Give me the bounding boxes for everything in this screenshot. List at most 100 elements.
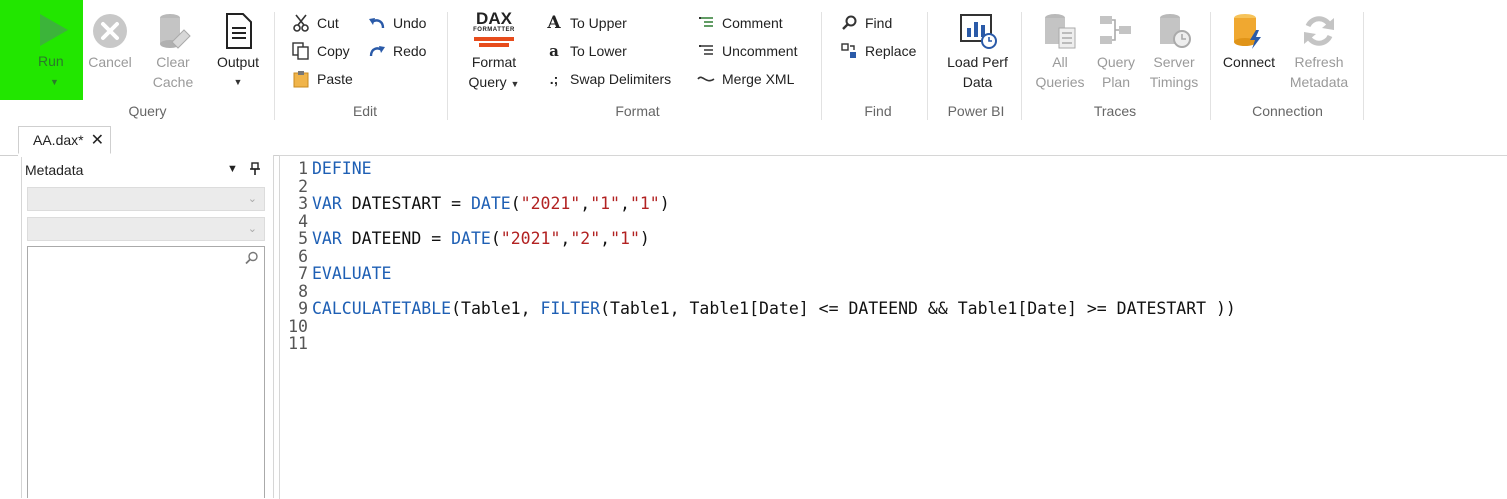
group-label-traces: Traces <box>1093 103 1137 119</box>
merge-xml-icon <box>697 70 715 88</box>
replace-button[interactable]: Replace <box>840 40 916 62</box>
database-list-icon <box>1045 14 1076 49</box>
merge-xml-label: Merge XML <box>722 71 795 87</box>
cancel-button[interactable]: Cancel <box>86 12 134 72</box>
group-label-format: Format <box>615 103 660 119</box>
redo-label: Redo <box>393 43 427 59</box>
refresh-label-line2: Metadata <box>1289 74 1349 90</box>
chevron-down-icon: ⌄ <box>247 223 257 235</box>
to-upper-button[interactable]: A To Upper <box>545 12 627 34</box>
replace-label: Replace <box>865 43 917 59</box>
search-icon[interactable] <box>245 251 259 265</box>
load-perf-data-button[interactable]: Load Perf Data <box>940 12 1015 92</box>
code-text[interactable]: DEFINE VAR DATESTART = DATE("2021","1","… <box>312 160 1236 353</box>
run-label: Run <box>38 53 64 69</box>
line-number: 4 <box>298 211 308 231</box>
redo-button[interactable]: Redo <box>368 40 426 62</box>
cancel-label: Cancel <box>88 54 132 70</box>
to-lower-label: To Lower <box>570 43 627 59</box>
clear-cache-button[interactable]: Clear Cache <box>148 12 198 92</box>
refresh-metadata-button[interactable]: Refresh Metadata <box>1286 12 1352 92</box>
pane-menu-chevron-down-icon[interactable]: ▼ <box>227 163 238 175</box>
document-tab[interactable]: AA.dax* ✕ <box>18 126 111 154</box>
chevron-down-icon: ⌄ <box>247 193 257 205</box>
output-button[interactable]: Output ▼ <box>210 12 266 92</box>
group-label-edit: Edit <box>352 103 378 119</box>
line-number: 2 <box>298 176 308 196</box>
line-number: 3 <box>298 194 308 213</box>
dax-formatter-logo: DAX FORMATTER <box>462 10 526 52</box>
play-icon <box>40 14 68 46</box>
separator <box>274 12 275 120</box>
line-number: 8 <box>298 281 308 301</box>
query-plan-label-line1: Query <box>1096 54 1136 70</box>
line-number-gutter: 1 2 3 4 5 6 7 8 9 10 11 <box>280 160 308 353</box>
separator <box>927 12 928 120</box>
document-icon <box>226 13 252 49</box>
line-number: 5 <box>298 229 308 248</box>
connect-button[interactable]: Connect <box>1218 12 1280 72</box>
cancel-icon <box>93 14 127 48</box>
all-queries-button[interactable]: All Queries <box>1034 12 1086 92</box>
pin-icon[interactable] <box>249 162 261 179</box>
separator <box>821 12 822 120</box>
close-tab-icon[interactable]: ✕ <box>91 130 104 150</box>
code-line-3: VAR DATESTART = DATE("2021","1","1") <box>312 194 670 213</box>
line-number: 7 <box>298 264 308 283</box>
uppercase-a-icon: A <box>547 13 561 33</box>
server-timings-label-line2: Timings <box>1149 74 1199 90</box>
paste-label: Paste <box>317 71 353 87</box>
to-lower-button[interactable]: a To Lower <box>545 40 627 62</box>
copy-button[interactable]: Copy <box>292 40 350 62</box>
uncomment-label: Uncomment <box>722 43 798 59</box>
all-queries-label-line1: All <box>1052 54 1068 70</box>
cut-label: Cut <box>317 15 339 31</box>
undo-button[interactable]: Undo <box>368 12 426 34</box>
line-number: 10 <box>288 316 308 336</box>
run-button[interactable]: Run ▼ <box>0 0 83 100</box>
metadata-tree[interactable] <box>27 246 265 498</box>
to-upper-label: To Upper <box>570 15 627 31</box>
database-connect-icon <box>1234 14 1261 49</box>
clear-cache-label-line2: Cache <box>152 74 194 90</box>
load-perf-label-line1: Load Perf <box>947 54 1008 70</box>
format-query-label-line1: Format <box>471 54 517 70</box>
connect-label: Connect <box>1222 54 1276 70</box>
run-dropdown-caret[interactable]: ▼ <box>50 77 59 87</box>
query-plan-button[interactable]: Query Plan <box>1092 12 1140 92</box>
copy-icon <box>292 42 310 60</box>
output-label: Output <box>216 54 260 70</box>
group-label-query: Query <box>128 103 167 119</box>
document-tab-strip <box>0 125 1507 156</box>
code-line-5: VAR DATEEND = DATE("2021","2","1") <box>312 229 650 248</box>
find-button[interactable]: Find <box>840 12 892 34</box>
undo-label: Undo <box>393 15 427 31</box>
swap-delimiters-button[interactable]: .; Swap Delimiters <box>545 68 671 90</box>
separator <box>1363 12 1364 120</box>
redo-icon <box>368 42 386 60</box>
scissors-icon <box>292 14 310 32</box>
model-select[interactable]: ⌄ <box>27 187 265 211</box>
cut-button[interactable]: Cut <box>292 12 339 34</box>
group-label-powerbi: Power BI <box>947 103 1005 119</box>
comment-button[interactable]: Comment <box>697 12 783 34</box>
merge-xml-button[interactable]: Merge XML <box>697 68 794 90</box>
format-query-button[interactable]: DAX FORMATTER Format Query ▼ <box>462 10 526 94</box>
output-dropdown-caret[interactable]: ▼ <box>210 72 266 92</box>
swap-delimiters-label: Swap Delimiters <box>570 71 672 87</box>
code-line-1: DEFINE <box>312 159 372 178</box>
line-number: 9 <box>298 299 308 318</box>
server-timings-button[interactable]: Server Timings <box>1146 12 1202 92</box>
magnifier-icon <box>840 14 858 32</box>
database-clock-icon <box>1160 14 1191 48</box>
format-query-label-line2: Query ▼ <box>468 74 520 90</box>
uncomment-button[interactable]: Uncomment <box>697 40 797 62</box>
code-line-9: CALCULATETABLE(Table1, FILTER(Table1, Ta… <box>312 299 1236 318</box>
line-number: 11 <box>288 334 308 353</box>
database-eraser-icon <box>160 14 191 49</box>
paste-button[interactable]: Paste <box>292 68 353 90</box>
table-select[interactable]: ⌄ <box>27 217 265 241</box>
